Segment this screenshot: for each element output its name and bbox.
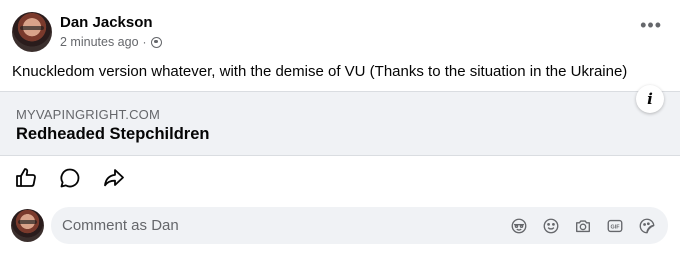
- link-domain: MYVAPINGRIGHT.COM: [16, 107, 161, 122]
- comment-row: Comment as Dan GIF: [0, 204, 680, 248]
- post-timestamp[interactable]: 2 minutes ago: [60, 35, 139, 49]
- comment-icon[interactable]: [58, 166, 82, 190]
- link-title[interactable]: Redheaded Stepchildren: [16, 125, 209, 144]
- like-icon[interactable]: [14, 166, 38, 190]
- globe-icon[interactable]: [150, 36, 162, 48]
- action-bar: [0, 160, 680, 196]
- author-avatar[interactable]: [12, 12, 52, 52]
- link-preview[interactable]: MYVAPINGRIGHT.COM Redheaded Stepchildren…: [0, 85, 680, 156]
- avatar-sticker-icon[interactable]: [510, 217, 528, 235]
- more-options-button[interactable]: •••: [640, 16, 662, 34]
- post-card: Dan Jackson 2 minutes ago · ••• Knuckled…: [0, 0, 680, 254]
- gif-label: GIF: [611, 224, 621, 230]
- share-icon[interactable]: [102, 166, 126, 190]
- info-icon[interactable]: i: [636, 85, 664, 113]
- author-name[interactable]: Dan Jackson: [60, 14, 153, 31]
- emoji-icon[interactable]: [542, 217, 560, 235]
- post-meta: 2 minutes ago ·: [60, 35, 162, 49]
- comment-placeholder: Comment as Dan: [62, 217, 179, 234]
- sticker-icon[interactable]: [638, 217, 656, 235]
- commenter-avatar[interactable]: [11, 209, 44, 242]
- gif-icon[interactable]: GIF: [606, 217, 624, 235]
- camera-icon[interactable]: [574, 217, 592, 235]
- comment-input[interactable]: Comment as Dan GIF: [51, 207, 668, 244]
- meta-separator: ·: [142, 35, 147, 49]
- post-text: Knuckledom version whatever, with the de…: [12, 63, 628, 80]
